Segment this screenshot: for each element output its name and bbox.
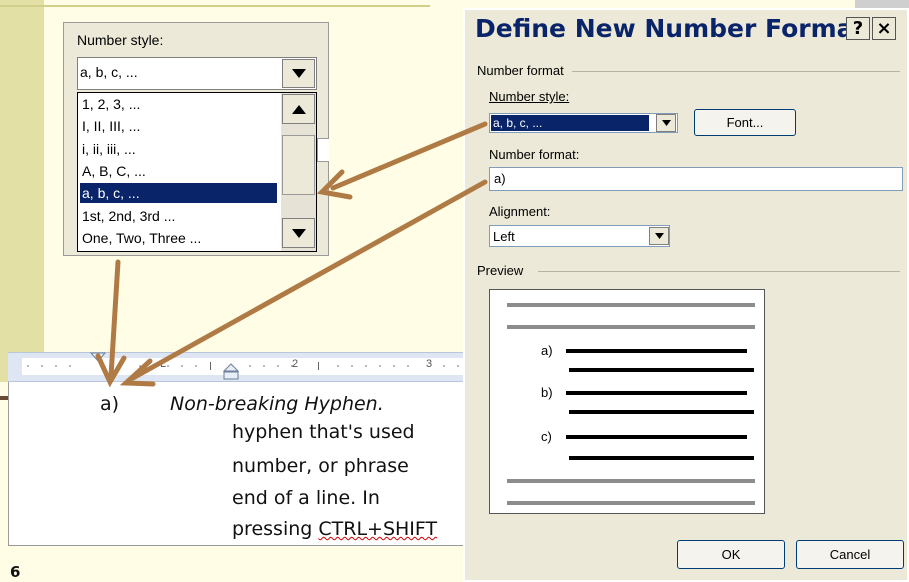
annotation-arrows xyxy=(95,121,488,388)
